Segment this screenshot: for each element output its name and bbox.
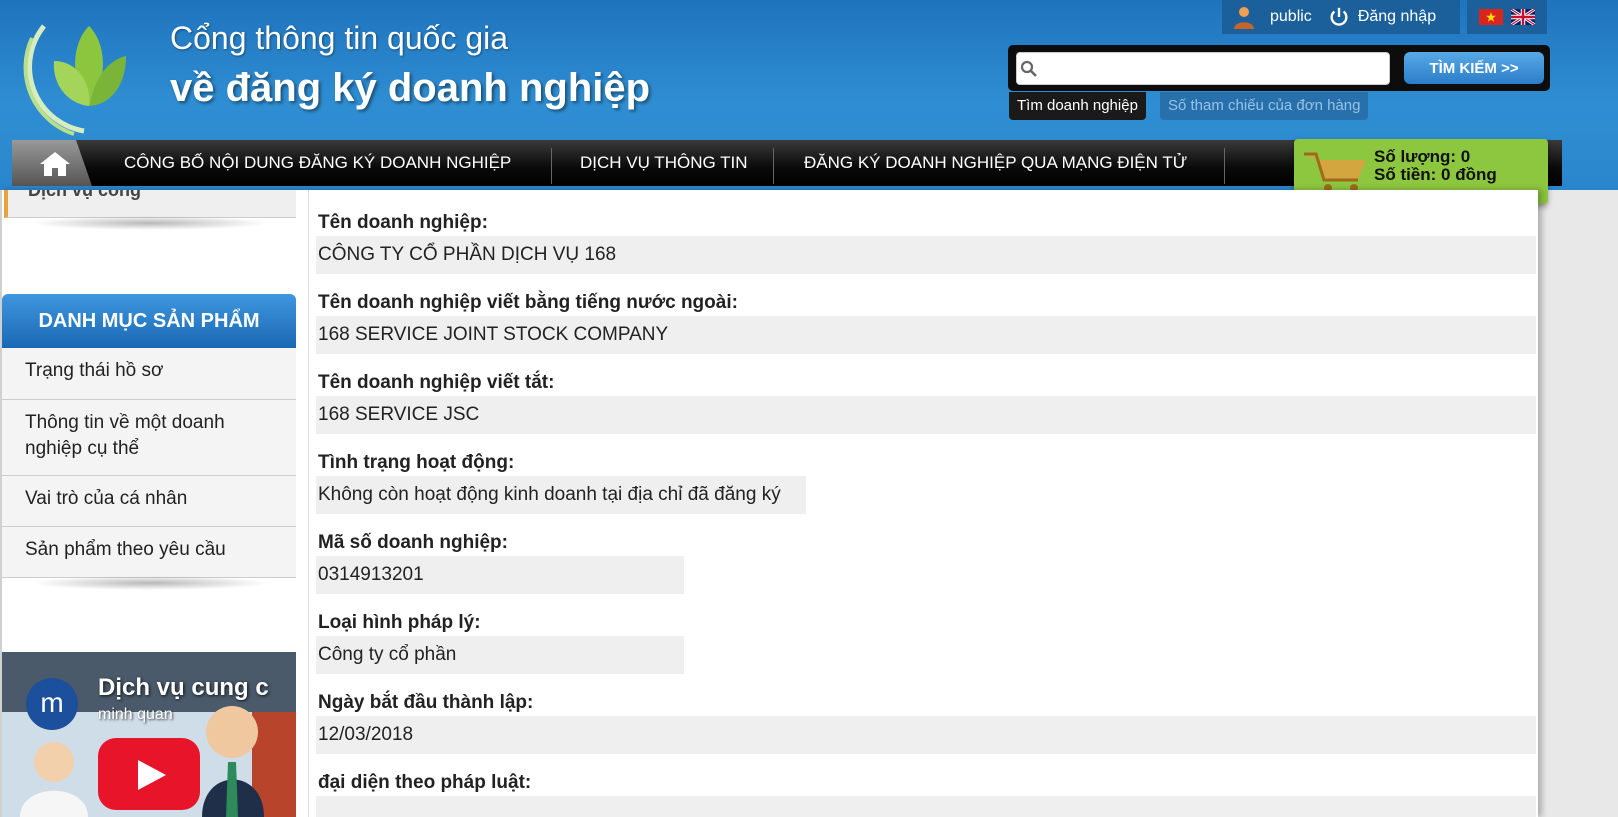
user-icon xyxy=(1234,7,1254,29)
user-name[interactable]: public xyxy=(1270,8,1312,26)
field-label-operating-status: Tình trạng hoạt động: xyxy=(318,452,515,473)
nav-item-online-registration[interactable]: ĐĂNG KÝ DOANH NGHIỆP QUA MẠNG ĐIỆN TỬ xyxy=(804,140,1187,186)
sidebar-item-business-info[interactable]: Thông tin về một doanh nghiệp cụ thể xyxy=(2,400,296,476)
field-value-legal-representative xyxy=(316,796,1536,817)
field-value-business-code: 0314913201 xyxy=(316,556,684,594)
sidebar-item-public-services[interactable]: Dịch vụ công xyxy=(4,190,296,218)
field-value-legal-type: Công ty cổ phần xyxy=(316,636,684,674)
nav-separator xyxy=(1224,148,1225,184)
nav-item-publish[interactable]: CÔNG BỐ NỘI DUNG ĐĂNG KÝ DOANH NGHIỆP xyxy=(124,140,511,186)
field-value-foreign-name: 168 SERVICE JOINT STOCK COMPANY xyxy=(316,316,1536,354)
field-label-legal-type: Loại hình pháp lý: xyxy=(318,612,481,633)
logo-icon[interactable] xyxy=(14,6,164,136)
search-input[interactable] xyxy=(1016,52,1390,85)
home-icon[interactable] xyxy=(38,150,72,178)
cart-amount: Số tiền: 0 đồng xyxy=(1374,165,1497,184)
uk-flag-icon[interactable] xyxy=(1511,9,1535,25)
user-box: public Đăng nhập xyxy=(1222,0,1460,34)
channel-avatar[interactable]: m xyxy=(26,678,78,730)
field-label-founding-date: Ngày bắt đầu thành lập: xyxy=(318,692,534,713)
sidebar-item-label: Dịch vụ công xyxy=(28,190,142,200)
nav-separator xyxy=(773,148,774,184)
field-value-business-name: CÔNG TY CỔ PHẦN DỊCH VỤ 168 xyxy=(316,236,1536,274)
video-channel-name[interactable]: minh quan xyxy=(98,706,173,724)
field-label-foreign-name: Tên doanh nghiệp viết bằng tiếng nước ng… xyxy=(318,292,738,313)
tab-find-business[interactable]: Tìm doanh nghiệp xyxy=(1009,92,1146,120)
nav-separator xyxy=(551,148,552,184)
power-icon[interactable] xyxy=(1328,6,1350,28)
field-label-short-name: Tên doanh nghiệp viết tắt: xyxy=(318,372,555,393)
field-value-founding-date: 12/03/2018 xyxy=(316,716,1536,754)
sidebar-item-file-status[interactable]: Trạng thái hồ sơ xyxy=(2,348,296,400)
sidebar-shadow xyxy=(30,576,270,590)
nav-item-info-services[interactable]: DỊCH VỤ THÔNG TIN xyxy=(580,140,748,186)
login-link[interactable]: Đăng nhập xyxy=(1358,8,1436,26)
sidebar-item-on-demand-products[interactable]: Sản phẩm theo yêu cầu xyxy=(2,527,296,578)
cart-quantity: Số lượng: 0 xyxy=(1374,147,1471,166)
tab-order-reference[interactable]: Số tham chiếu của đơn hàng xyxy=(1160,92,1369,120)
language-switcher xyxy=(1467,0,1547,34)
sidebar-heading-products: DANH MỤC SẢN PHẨM xyxy=(2,294,296,348)
field-value-operating-status: Không còn hoạt động kinh doanh tại địa c… xyxy=(316,476,806,514)
field-value-short-name: 168 SERVICE JSC xyxy=(316,396,1536,434)
sidebar-item-individual-role[interactable]: Vai trò của cá nhân xyxy=(2,476,296,527)
site-title-line1: Cổng thông tin quốc gia xyxy=(170,20,509,56)
content-divider xyxy=(308,190,309,817)
search-button[interactable]: TÌM KIẾM >> xyxy=(1404,52,1544,84)
search-icon xyxy=(1020,60,1037,77)
cart-icon[interactable] xyxy=(1302,146,1372,196)
vietnam-flag-icon[interactable] xyxy=(1479,9,1503,25)
field-label-business-name: Tên doanh nghiệp: xyxy=(318,212,488,233)
field-label-business-code: Mã số doanh nghiệp: xyxy=(318,532,508,553)
field-label-legal-representative: đại diện theo pháp luật: xyxy=(318,772,532,793)
site-title-line2: về đăng ký doanh nghiệp xyxy=(170,66,651,110)
sidebar-shadow xyxy=(30,216,270,230)
play-triangle-icon xyxy=(138,760,166,790)
video-title[interactable]: Dịch vụ cung c xyxy=(98,674,273,702)
